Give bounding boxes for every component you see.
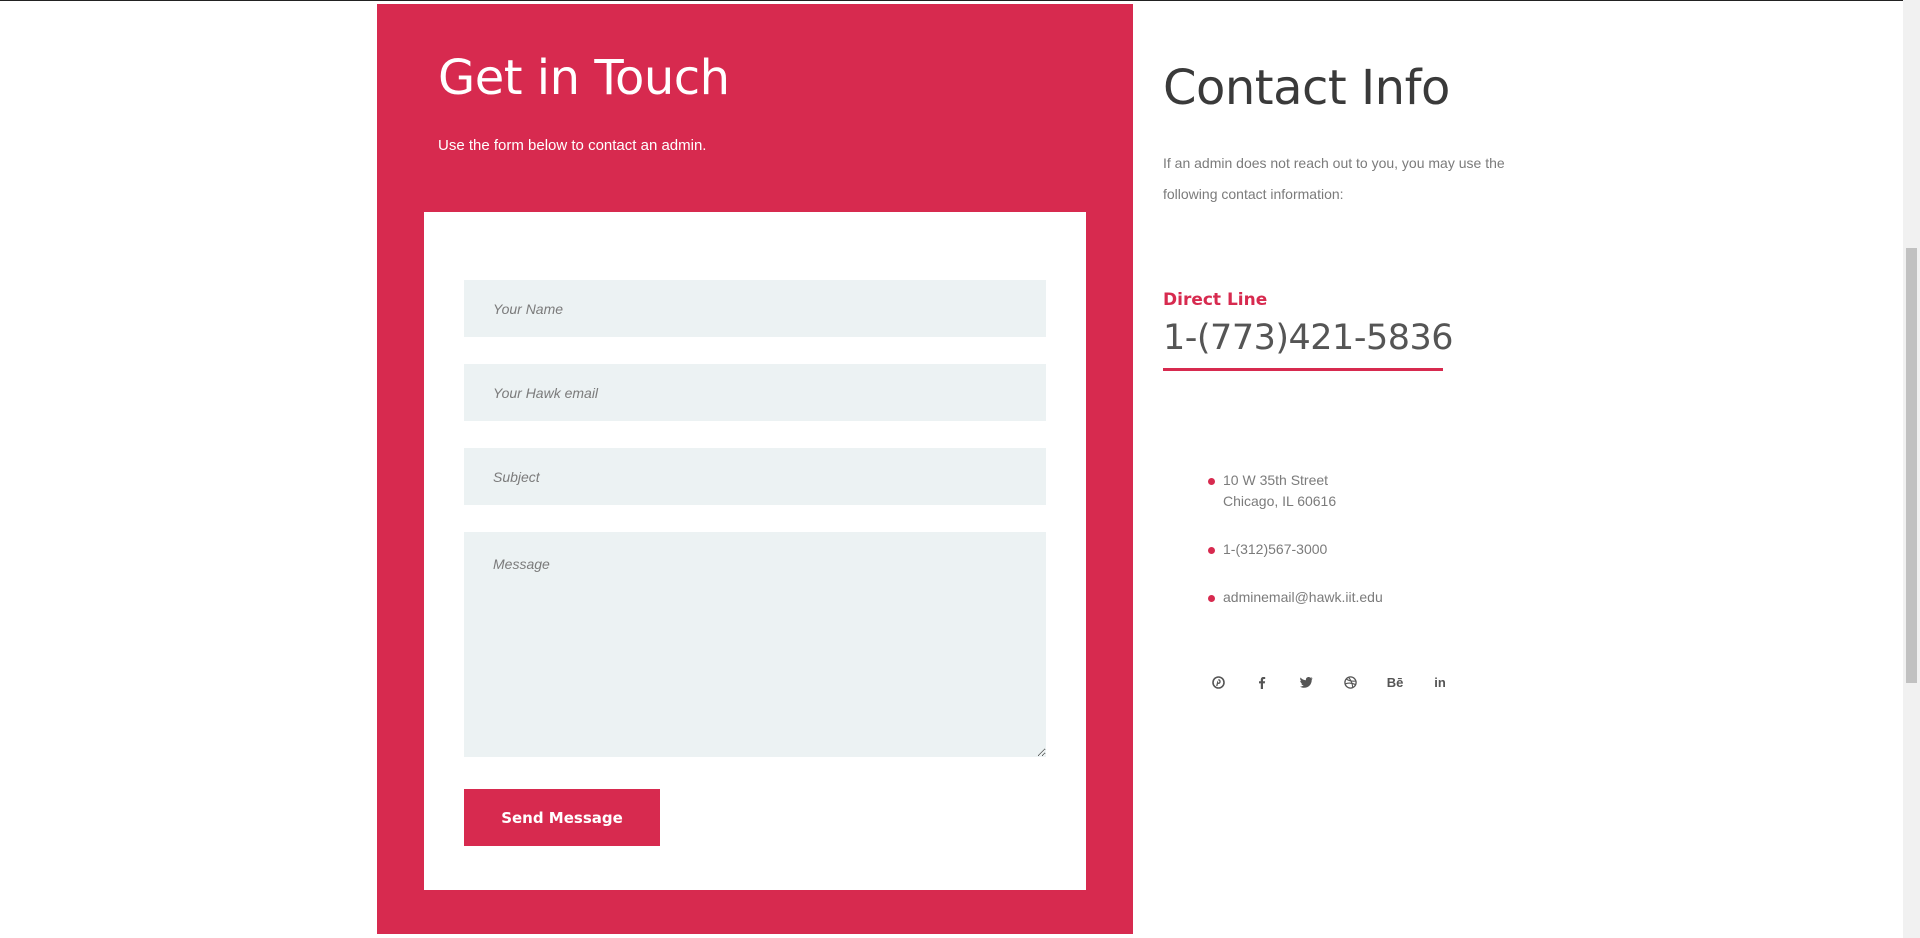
email-input[interactable] bbox=[464, 364, 1046, 421]
address-item: 10 W 35th Street Chicago, IL 60616 bbox=[1208, 470, 1383, 512]
contact-form-panel: Get in Touch Use the form below to conta… bbox=[377, 4, 1133, 934]
contact-info-title: Contact Info bbox=[1163, 60, 1450, 116]
page-scrollbar[interactable] bbox=[1903, 0, 1920, 938]
top-border-line bbox=[0, 0, 1920, 1]
linkedin-icon[interactable]: in bbox=[1430, 672, 1450, 692]
phone-item: 1-(312)567-3000 bbox=[1208, 539, 1383, 560]
admin-email[interactable]: adminemail@hawk.iit.edu bbox=[1223, 589, 1383, 605]
twitter-icon[interactable] bbox=[1296, 672, 1316, 692]
send-message-button[interactable]: Send Message bbox=[464, 789, 660, 846]
social-links: Bē in bbox=[1208, 672, 1474, 692]
pinterest-icon[interactable] bbox=[1208, 672, 1228, 692]
direct-line-label: Direct Line bbox=[1163, 290, 1268, 310]
address-line-2: Chicago, IL 60616 bbox=[1223, 493, 1337, 509]
form-title: Get in Touch bbox=[438, 50, 730, 106]
name-input[interactable] bbox=[464, 280, 1046, 337]
direct-line-underline bbox=[1163, 368, 1443, 371]
form-subtitle: Use the form below to contact an admin. bbox=[438, 137, 707, 154]
contact-details-list: 10 W 35th Street Chicago, IL 60616 1-(31… bbox=[1208, 470, 1383, 608]
dribbble-icon[interactable] bbox=[1340, 672, 1360, 692]
address-line-1: 10 W 35th Street bbox=[1223, 472, 1329, 488]
subject-input[interactable] bbox=[464, 448, 1046, 505]
message-textarea[interactable] bbox=[464, 532, 1046, 757]
phone-number: 1-(312)567-3000 bbox=[1223, 541, 1328, 557]
scrollbar-thumb[interactable] bbox=[1906, 248, 1917, 683]
email-item: adminemail@hawk.iit.edu bbox=[1208, 587, 1383, 608]
contact-form: Send Message bbox=[424, 212, 1086, 890]
behance-icon[interactable]: Bē bbox=[1384, 672, 1406, 692]
direct-line-number: 1-(773)421-5836 bbox=[1163, 318, 1454, 358]
facebook-icon[interactable] bbox=[1252, 672, 1272, 692]
contact-info-description: If an admin does not reach out to you, y… bbox=[1163, 155, 1505, 202]
